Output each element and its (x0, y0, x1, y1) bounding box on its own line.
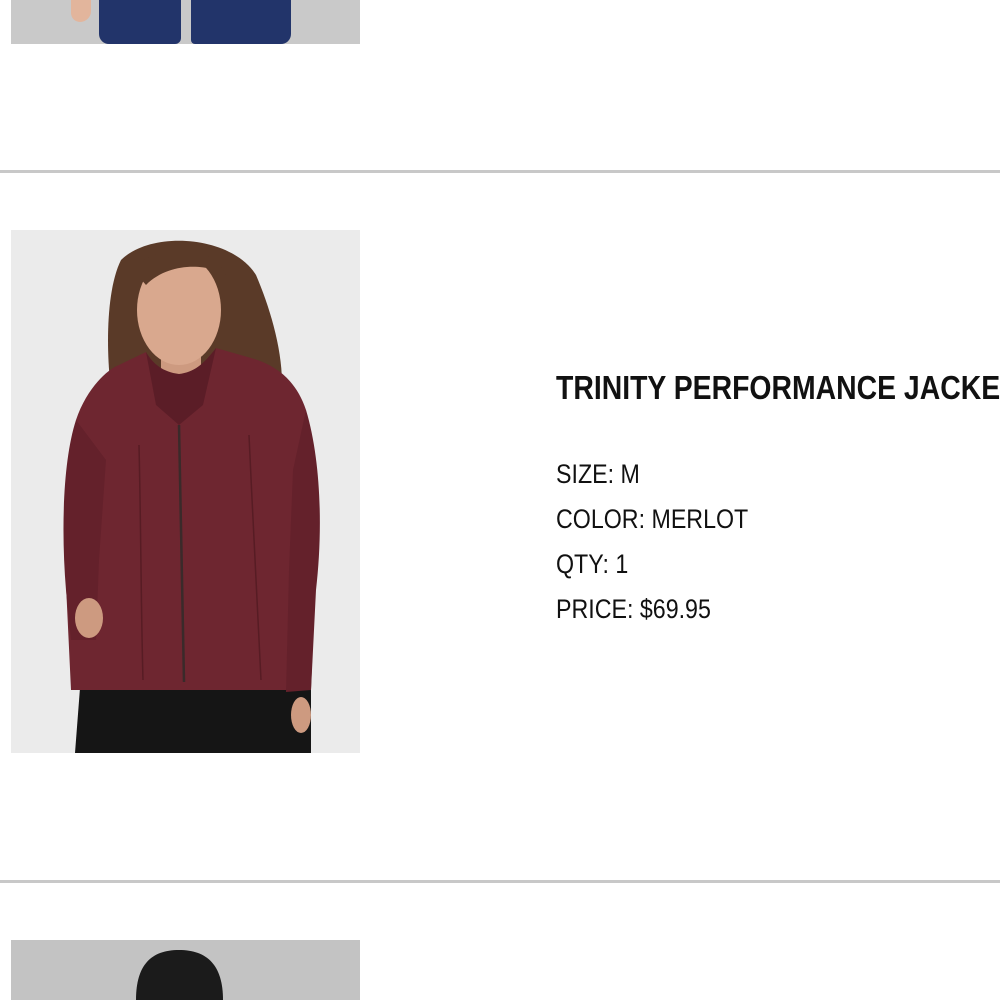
product-image-jacket[interactable] (11, 230, 360, 753)
item-divider (0, 880, 1000, 883)
product-quantity: QTY: 1 (556, 549, 629, 579)
model-head-illustration (136, 950, 223, 1000)
legging-right (191, 0, 291, 44)
product-price: PRICE: $69.95 (556, 594, 711, 624)
product-image-leggings[interactable] (11, 0, 360, 44)
jacket-model-illustration (63, 240, 320, 753)
legging-left (99, 0, 181, 44)
product-name[interactable]: TRINITY PERFORMANCE JACKET (556, 368, 1000, 408)
product-details: TRINITY PERFORMANCE JACKET SIZE: M COLOR… (556, 368, 1000, 632)
model-hand (71, 0, 91, 22)
product-size: SIZE: M (556, 459, 640, 489)
product-color: COLOR: MERLOT (556, 504, 749, 534)
item-divider (0, 170, 1000, 173)
product-image-next[interactable] (11, 940, 360, 1000)
